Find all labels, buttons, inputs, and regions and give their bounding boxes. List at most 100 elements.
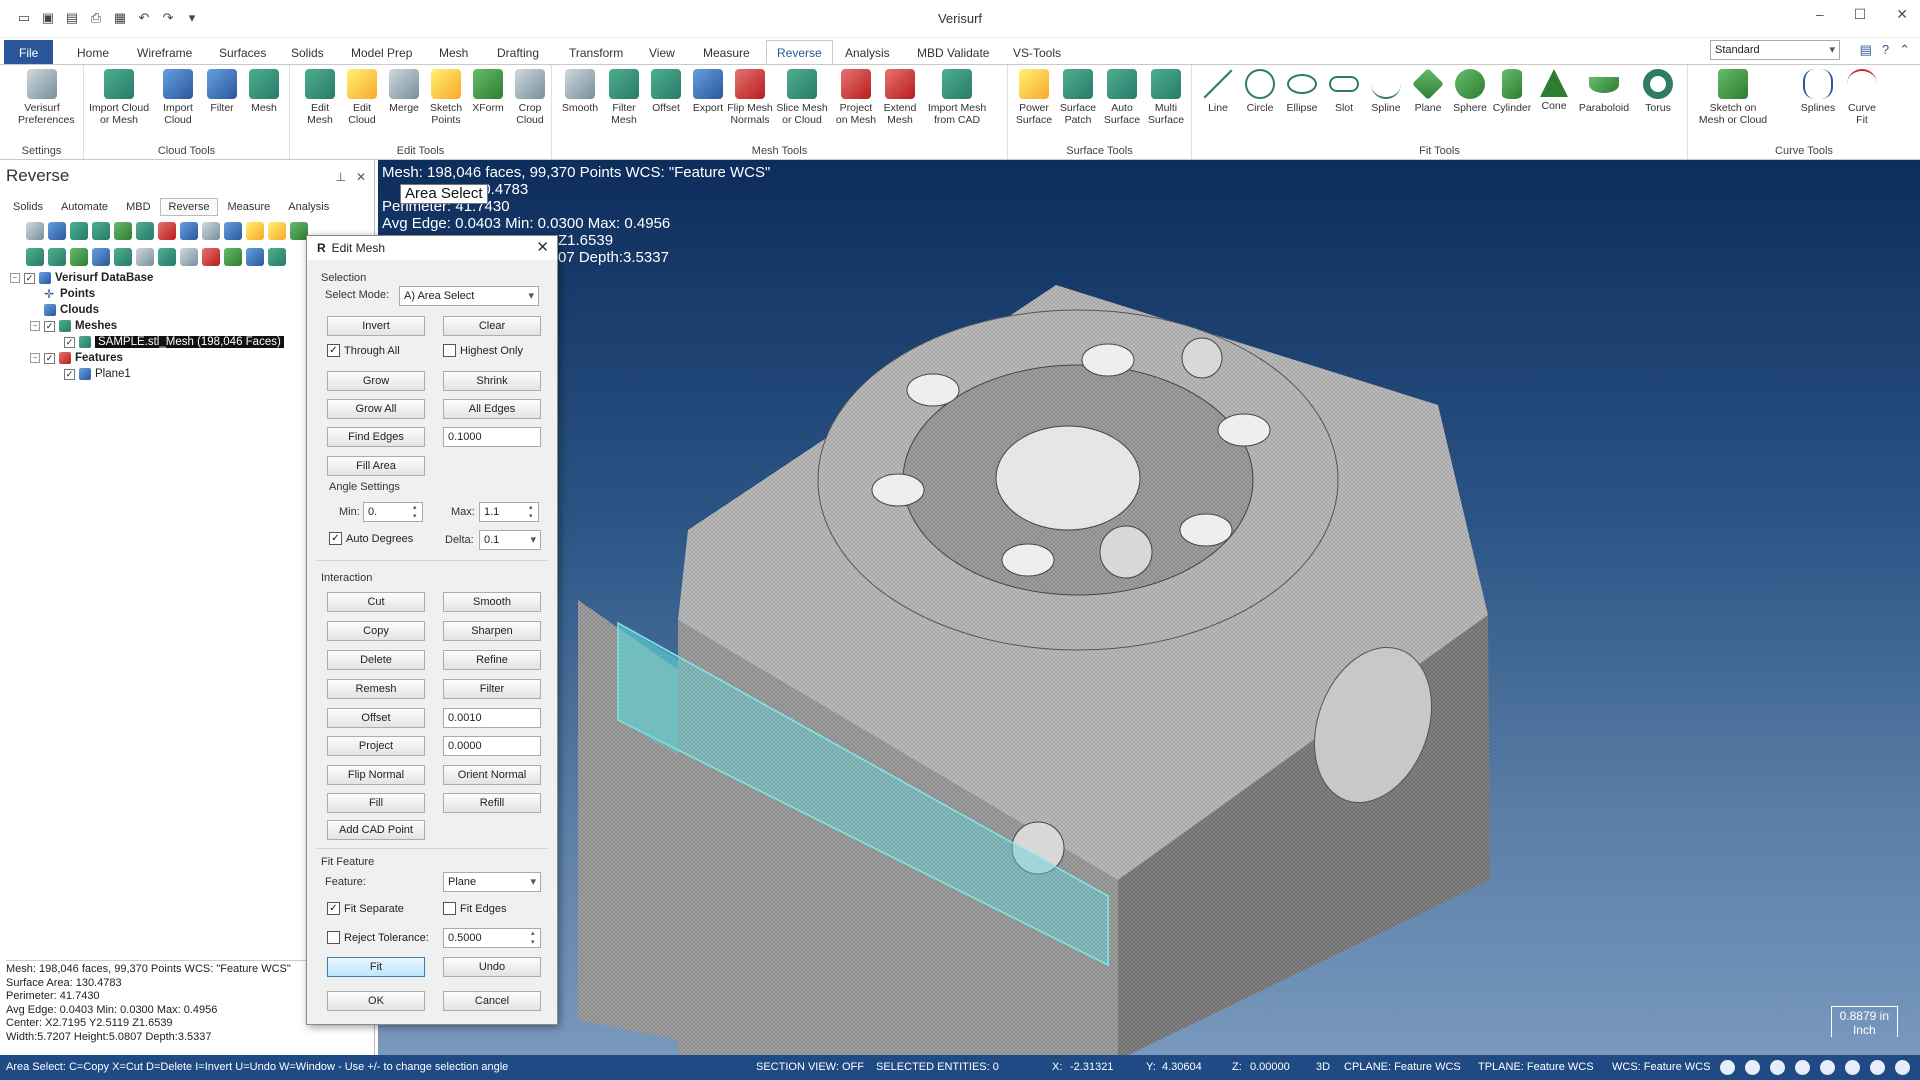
project-button[interactable]: Project (327, 736, 425, 756)
import-cloud-button[interactable]: Import Cloud (154, 69, 202, 126)
subtab-solids[interactable]: Solids (4, 198, 52, 216)
tool-icon[interactable] (136, 222, 154, 240)
configuration-select[interactable]: Standard (1710, 40, 1840, 60)
tab-measure[interactable]: Measure (692, 40, 761, 64)
sketch-on-mesh-button[interactable]: Sketch on Mesh or Cloud (1690, 69, 1776, 126)
slice-mesh-button[interactable]: Slice Mesh or Cloud (774, 69, 830, 126)
checkbox[interactable]: ✓ (64, 368, 75, 380)
ok-button[interactable]: OK (327, 991, 425, 1011)
fill-button[interactable]: Fill (327, 793, 425, 813)
mesh-model[interactable] (378, 160, 1920, 1055)
fit-button[interactable]: Fit (327, 957, 425, 977)
filter-mesh-button[interactable]: Filter Mesh (600, 69, 648, 126)
tool-icon[interactable] (48, 222, 66, 240)
tool-icon[interactable] (268, 248, 286, 266)
crop-cloud-button[interactable]: Crop Cloud (506, 69, 554, 126)
fit-line-button[interactable]: Line (1194, 69, 1242, 114)
tool-icon[interactable] (26, 248, 44, 266)
offset-button[interactable]: Offset (642, 69, 690, 114)
max-angle-spinner[interactable]: 1.1 (479, 502, 539, 522)
all-edges-button[interactable]: All Edges (443, 399, 541, 419)
tree-node-meshes[interactable]: − ✓ Meshes (30, 320, 117, 332)
tab-analysis[interactable]: Analysis (834, 40, 901, 64)
subtab-analysis[interactable]: Analysis (279, 198, 338, 216)
tab-surfaces[interactable]: Surfaces (208, 40, 277, 64)
tab-wireframe[interactable]: Wireframe (126, 40, 203, 64)
subtab-mbd[interactable]: MBD (117, 198, 159, 216)
subtab-reverse[interactable]: Reverse (159, 198, 219, 216)
fit-spline-button[interactable]: Spline (1362, 69, 1410, 114)
merge-button[interactable]: Merge (380, 69, 428, 114)
checkbox[interactable]: ✓ (64, 336, 75, 348)
smooth-mesh-button[interactable]: Smooth (443, 592, 541, 612)
tab-drafting[interactable]: Drafting (486, 40, 550, 64)
clear-button[interactable]: Clear (443, 316, 541, 336)
tab-transform[interactable]: Transform (558, 40, 634, 64)
fit-torus-button[interactable]: Torus (1634, 69, 1682, 114)
minimize-icon[interactable]: – (1816, 6, 1824, 23)
cancel-button[interactable]: Cancel (443, 991, 541, 1011)
dialog-close-icon[interactable]: ✕ (536, 236, 549, 260)
edit-mesh-button[interactable]: Edit Mesh (296, 69, 344, 126)
tab-vs-tools[interactable]: VS-Tools (1002, 40, 1072, 64)
globe-icon[interactable] (1770, 1060, 1785, 1075)
tool-icon[interactable] (48, 248, 66, 266)
find-edges-input[interactable]: 0.1000 (443, 427, 541, 447)
globe-icon[interactable] (1745, 1060, 1760, 1075)
verisurf-preferences-button[interactable]: Verisurf Preferences (18, 69, 75, 126)
tab-reverse[interactable]: Reverse (766, 40, 833, 64)
filter-mesh-dialog-button[interactable]: Filter (443, 679, 541, 699)
orient-normal-button[interactable]: Orient Normal (443, 765, 541, 785)
cut-button[interactable]: Cut (327, 592, 425, 612)
tree-node-clouds[interactable]: Clouds (44, 304, 99, 316)
checkbox-box[interactable]: ✓ (327, 344, 340, 357)
tool-icon[interactable] (268, 222, 286, 240)
refill-button[interactable]: Refill (443, 793, 541, 813)
tool-icon[interactable] (70, 248, 88, 266)
subtab-measure[interactable]: Measure (218, 198, 279, 216)
invert-button[interactable]: Invert (327, 316, 425, 336)
tool-icon[interactable] (224, 248, 242, 266)
tplane-status[interactable]: TPLANE: Feature WCS (1478, 1055, 1594, 1080)
tool-icon[interactable] (26, 222, 44, 240)
collapse-toggle[interactable]: − (30, 353, 40, 363)
tab-home[interactable]: Home (66, 40, 120, 64)
close-window-icon[interactable]: ✕ (1896, 6, 1908, 23)
offset-input[interactable]: 0.0010 (443, 708, 541, 728)
import-cloud-or-mesh-button[interactable]: Import Cloud or Mesh (86, 69, 152, 126)
tool-icon[interactable] (224, 222, 242, 240)
add-cad-point-button[interactable]: Add CAD Point (327, 820, 425, 840)
subtab-automate[interactable]: Automate (52, 198, 117, 216)
surface-patch-button[interactable]: Surface Patch (1054, 69, 1102, 126)
tool-icon[interactable] (202, 248, 220, 266)
tool-icon[interactable] (180, 248, 198, 266)
mesh-button[interactable]: Mesh (240, 69, 288, 114)
flip-mesh-normals-button[interactable]: Flip Mesh Normals (726, 69, 774, 126)
auto-surface-button[interactable]: Auto Surface (1098, 69, 1146, 126)
extend-mesh-button[interactable]: Extend Mesh (876, 69, 924, 126)
grow-all-button[interactable]: Grow All (327, 399, 425, 419)
pin-icon[interactable]: ⊥ (335, 170, 345, 184)
view-mode-status[interactable]: 3D (1316, 1055, 1330, 1080)
reject-tolerance-checkbox[interactable]: Reject Tolerance: (327, 931, 429, 944)
shading-icon[interactable] (1895, 1060, 1910, 1075)
grow-button[interactable]: Grow (327, 371, 425, 391)
shrink-button[interactable]: Shrink (443, 371, 541, 391)
min-angle-spinner[interactable]: 0. (363, 502, 423, 522)
tool-icon[interactable] (158, 248, 176, 266)
find-edges-button[interactable]: Find Edges (327, 427, 425, 447)
tool-icon[interactable] (92, 222, 110, 240)
curve-fit-button[interactable]: Curve Fit (1838, 69, 1886, 126)
fit-plane-button[interactable]: Plane (1404, 68, 1452, 114)
offset-dialog-button[interactable]: Offset (327, 708, 425, 728)
tool-icon[interactable] (92, 248, 110, 266)
fit-circle-button[interactable]: Circle (1236, 69, 1284, 114)
checkbox[interactable]: ✓ (44, 320, 55, 332)
section-view-status[interactable]: SECTION VIEW: OFF (756, 1055, 864, 1080)
refine-button[interactable]: Refine (443, 650, 541, 670)
undo-button[interactable]: Undo (443, 957, 541, 977)
3d-viewport[interactable]: Mesh: 198,046 faces, 99,370 Points WCS: … (378, 160, 1920, 1055)
globe-icon[interactable] (1795, 1060, 1810, 1075)
copy-button[interactable]: Copy (327, 621, 425, 641)
checkbox-box[interactable]: ✓ (329, 532, 342, 545)
